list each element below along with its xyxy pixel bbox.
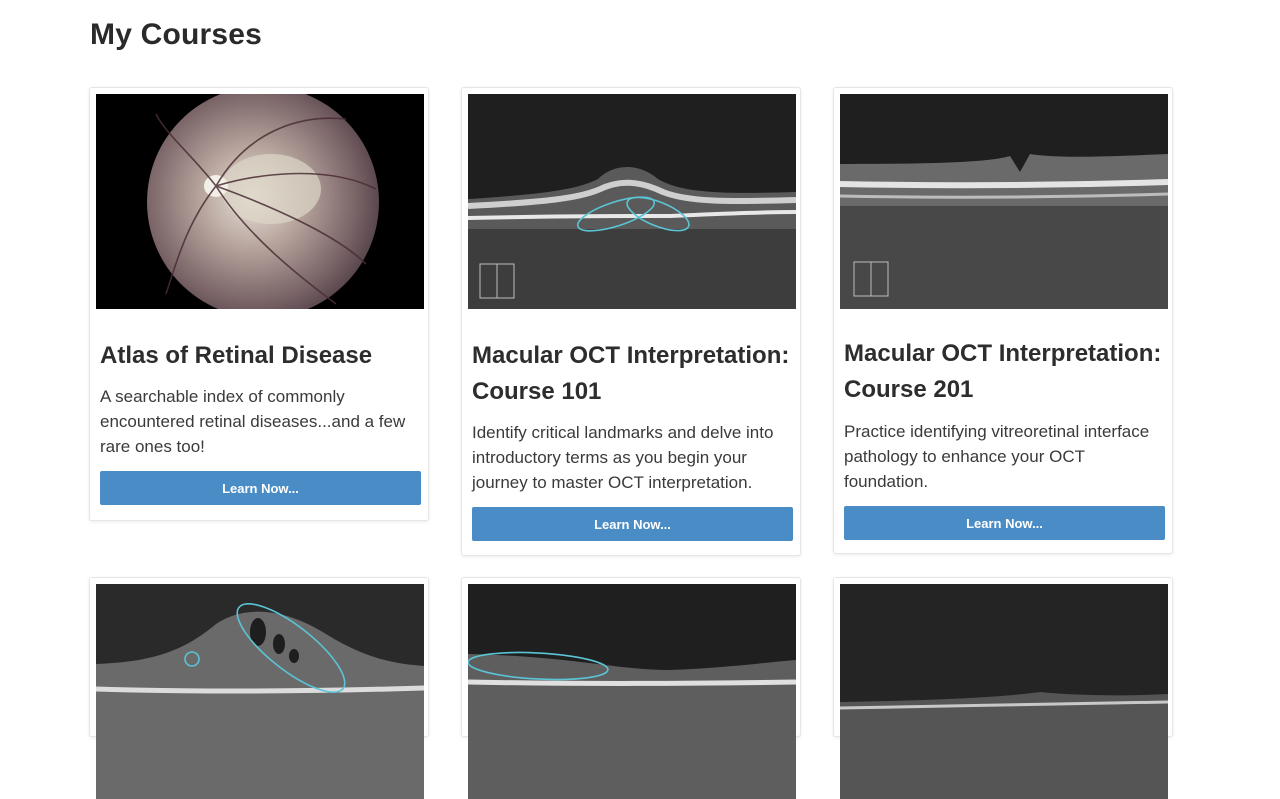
learn-now-button[interactable]: Learn Now... bbox=[844, 506, 1165, 540]
course-thumbnail-oct-6[interactable] bbox=[840, 584, 1168, 799]
oct-scan-image bbox=[840, 94, 1168, 309]
course-thumbnail-oct-101[interactable] bbox=[468, 94, 796, 309]
course-description: A searchable index of commonly encounter… bbox=[100, 387, 406, 456]
course-card-5[interactable] bbox=[461, 577, 801, 799]
oct-scan-image bbox=[840, 584, 1168, 799]
oct-scan-image bbox=[468, 584, 796, 799]
course-thumbnail-oct-201[interactable] bbox=[840, 94, 1168, 309]
course-description: Practice identifying vitreoretinal inter… bbox=[844, 422, 1150, 491]
course-thumbnail-oct-5[interactable] bbox=[468, 584, 796, 799]
course-thumbnail-fundus[interactable] bbox=[96, 94, 424, 309]
course-title: Macular OCT Interpretation: Course 101 bbox=[472, 342, 790, 405]
page-title: My Courses bbox=[90, 18, 263, 51]
fundus-image bbox=[96, 94, 424, 309]
course-title: Macular OCT Interpretation: Course 201 bbox=[844, 340, 1162, 403]
course-card-atlas-of-retinal-disease[interactable]: Atlas of Retinal Disease A searchable in… bbox=[89, 87, 429, 521]
oct-scan-image bbox=[468, 94, 796, 309]
learn-now-button[interactable]: Learn Now... bbox=[100, 471, 421, 505]
course-thumbnail-oct-cystoid[interactable] bbox=[96, 584, 424, 799]
course-description: Identify critical landmarks and delve in… bbox=[472, 423, 774, 492]
course-card-6[interactable] bbox=[833, 577, 1173, 799]
course-card-oct-201[interactable]: Macular OCT Interpretation: Course 201 P… bbox=[833, 87, 1173, 554]
course-card-oct-101[interactable]: Macular OCT Interpretation: Course 101 I… bbox=[461, 87, 801, 556]
learn-now-button[interactable]: Learn Now... bbox=[472, 507, 793, 541]
course-card-4[interactable] bbox=[89, 577, 429, 799]
oct-scan-image bbox=[96, 584, 424, 799]
course-title: Atlas of Retinal Disease bbox=[100, 342, 373, 369]
